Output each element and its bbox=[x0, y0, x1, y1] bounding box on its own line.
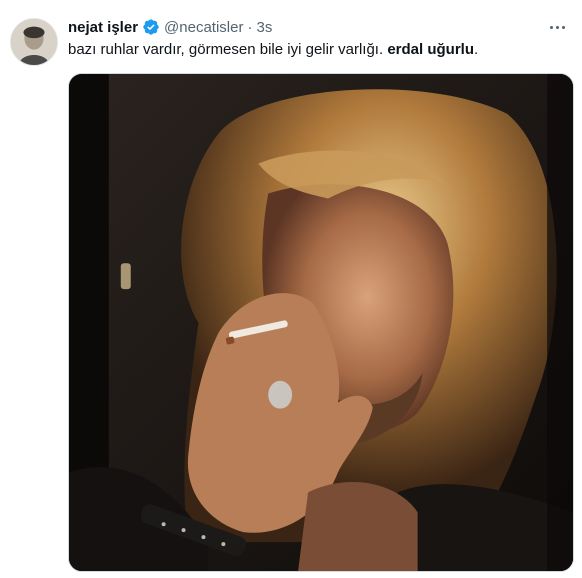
tweet-text-plain: bazı ruhlar vardır, görmesen bile iyi ge… bbox=[68, 41, 388, 58]
author-handle[interactable]: @necatisler bbox=[164, 19, 243, 36]
verified-badge-icon bbox=[142, 18, 160, 36]
tweet-media-photo[interactable] bbox=[68, 73, 574, 572]
avatar[interactable] bbox=[10, 18, 58, 66]
author-name[interactable]: nejat işler bbox=[68, 19, 138, 36]
tweet-header: nejat işler @necatisler · 3s bbox=[68, 16, 272, 38]
tweet-card[interactable]: nejat işler @necatisler · 3s bazı ruhlar… bbox=[0, 0, 582, 578]
timestamp[interactable]: 3s bbox=[256, 19, 272, 36]
tweet-text: bazı ruhlar vardır, görmesen bile iyi ge… bbox=[68, 40, 478, 60]
separator: · bbox=[247, 18, 253, 36]
tweet-text-bold[interactable]: erdal uğurlu bbox=[387, 41, 474, 58]
tweet-text-end: . bbox=[474, 41, 479, 58]
more-options-icon[interactable] bbox=[546, 16, 568, 38]
